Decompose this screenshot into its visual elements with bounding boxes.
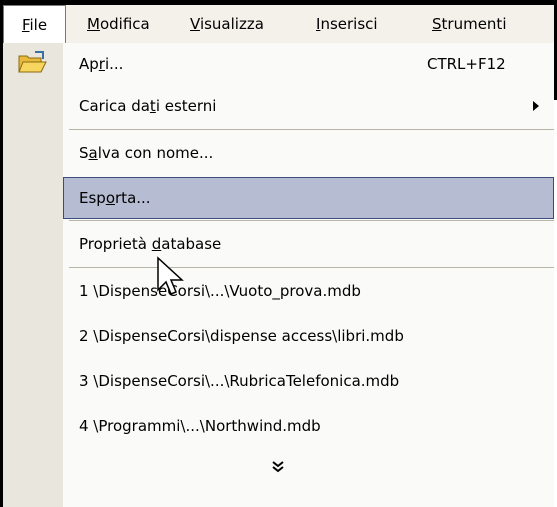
recent-file-item[interactable]: 1 \DispenseCorsi\...\Vuoto_prova.mdb — [3, 270, 554, 312]
menu-file-rest: ile — [29, 16, 48, 34]
menu-item-load-external[interactable]: Carica dati esterni — [3, 85, 554, 127]
menu-file[interactable]: File — [3, 5, 66, 44]
folder-open-icon — [18, 51, 47, 73]
recent-file-label: 4 \Programmi\...\Northwind.mdb — [79, 417, 321, 435]
recent-file-label: 3 \DispenseCorsi\...\RubricaTelefonica.m… — [79, 372, 400, 390]
menu-modifica[interactable]: Modifica — [87, 5, 150, 43]
recent-file-item[interactable]: 4 \Programmi\...\Northwind.mdb — [3, 405, 554, 447]
submenu-arrow-icon — [533, 101, 539, 111]
menu-item-open-label: Apri... — [79, 55, 124, 73]
recent-file-label: 2 \DispenseCorsi\dispense access\libri.m… — [79, 327, 404, 345]
menu-item-export-label: Esporta... — [79, 189, 151, 207]
menu-item-save-as-label: Salva con nome... — [79, 144, 214, 162]
menu-separator — [69, 129, 554, 130]
menu-item-db-properties-label: Proprietà database — [79, 235, 222, 253]
menu-separator — [69, 220, 554, 221]
menu-item-db-properties[interactable]: Proprietà database — [3, 223, 554, 265]
menu-item-load-external-label: Carica dati esterni — [79, 97, 217, 115]
menu-visualizza[interactable]: Visualizza — [190, 5, 264, 43]
recent-file-item[interactable]: 3 \DispenseCorsi\...\RubricaTelefonica.m… — [3, 360, 554, 402]
menu-item-open[interactable]: Apri... CTRL+F12 — [3, 43, 554, 85]
window-frame: File Modifica Visualizza Inserisci Strum… — [0, 0, 557, 507]
menu-item-export[interactable]: Esporta... — [3, 177, 554, 219]
menu-separator — [69, 267, 554, 268]
recent-file-label: 1 \DispenseCorsi\...\Vuoto_prova.mdb — [79, 282, 361, 300]
menu-strumenti[interactable]: Strumenti — [432, 5, 506, 43]
file-menu-dropdown: Apri... CTRL+F12 Carica dati esterni Sal… — [3, 43, 554, 507]
recent-file-item[interactable]: 2 \DispenseCorsi\dispense access\libri.m… — [3, 315, 554, 357]
mouse-pointer-icon — [157, 256, 184, 295]
menu-bar: File Modifica Visualizza Inserisci Strum… — [3, 5, 554, 44]
menu-item-save-as[interactable]: Salva con nome... — [3, 132, 554, 174]
double-chevron-down-icon[interactable] — [266, 459, 290, 483]
expand-menu-icon — [272, 461, 284, 473]
menu-item-open-shortcut: CTRL+F12 — [427, 55, 506, 73]
menu-inserisci[interactable]: Inserisci — [316, 5, 378, 43]
